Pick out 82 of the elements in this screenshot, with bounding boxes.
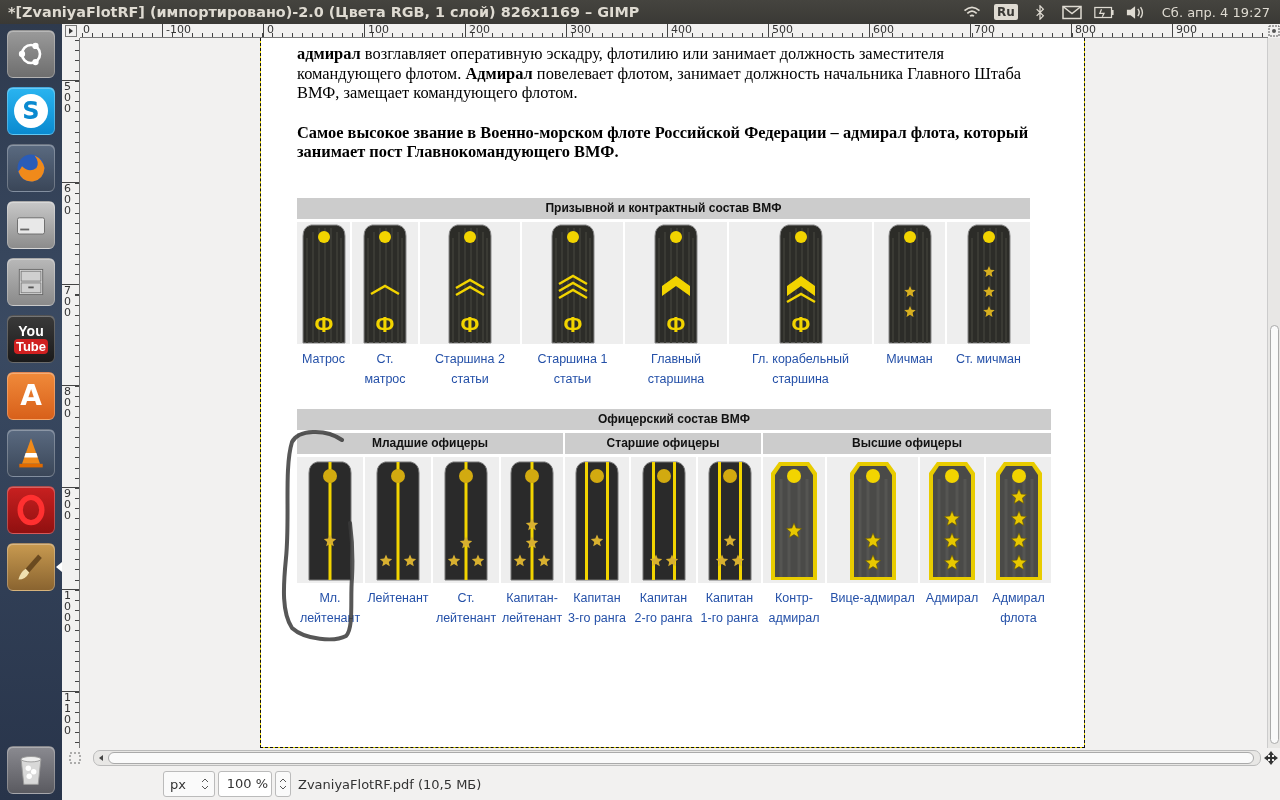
horizontal-scrollbar[interactable] (93, 750, 1261, 766)
ruler-label: 600 (63, 182, 72, 216)
rank-link[interactable]: Ст. мичман (947, 346, 1030, 389)
window-title: *[ZvaniyaFlotRF] (импортировано)-2.0 (Цвета RGB, 1 слой) 826x1169 – GIMP (8, 4, 640, 20)
launcher-button[interactable] (7, 429, 55, 477)
wifi-icon[interactable] (962, 4, 982, 20)
ruler-label: -100 (162, 24, 263, 37)
battery-icon[interactable] (1093, 4, 1114, 20)
launcher-button[interactable] (7, 258, 55, 306)
ruler-label: 0 (263, 24, 364, 37)
ruler-label: 100 (364, 24, 465, 37)
rank-link[interactable]: Главный старшина (625, 346, 727, 389)
rank-link[interactable]: Гл. корабельный старшина (729, 346, 872, 389)
rank-link[interactable]: Капитан-лейтенант (501, 585, 563, 628)
rank-link[interactable]: Ст. матрос (352, 346, 418, 389)
scrollbar-thumb[interactable] (1270, 325, 1279, 744)
zoom-field[interactable]: 100 % (218, 771, 272, 797)
ruler-label: 700 (63, 284, 72, 318)
ruler-label: 500 (768, 24, 869, 37)
insignia-letter: Ф (314, 311, 333, 337)
ruler-label: 900 (63, 488, 72, 522)
ruler-label: 300 (566, 24, 667, 37)
insignia-letter: Ф (460, 311, 480, 337)
logo-text: Tube (13, 339, 49, 354)
keyboard-layout-indicator[interactable]: Ru (994, 4, 1018, 20)
ruler-label: 700 (970, 24, 1071, 37)
paragraph: адмирал возглавляет оперативную эскадру, флотилию или занимает должность заместителя командующего флотом. Адмирал повелевает флотом, занимает должность начальника Главного Штаба ВМФ, замещает командующего флотом. (297, 44, 1022, 103)
launcher-button[interactable] (7, 201, 55, 249)
ruler-label: 800 (1071, 24, 1172, 37)
unit-dropdown[interactable]: px (163, 771, 215, 797)
insignia-letter: Ф (791, 311, 810, 337)
rank-link[interactable]: Лейтенант (365, 585, 431, 628)
spinner-arrows-icon (201, 777, 209, 791)
ruler-label: 200 (465, 24, 566, 37)
rank-link[interactable]: Матрос (297, 346, 350, 389)
ruler-label: 800 (63, 386, 72, 420)
rank-link[interactable]: Вице-адмирал (827, 585, 918, 628)
table-subheader: Высшие офицеры (763, 432, 1051, 454)
launcher-button[interactable] (7, 543, 55, 591)
volume-icon[interactable] (1125, 4, 1146, 20)
launcher-button[interactable]: S (7, 87, 55, 135)
launcher-button[interactable] (7, 746, 55, 794)
spinner-arrows-icon (279, 777, 287, 791)
rank-link[interactable]: Адмирал флота (986, 585, 1051, 628)
insignia-letter: Ф (563, 311, 582, 337)
vertical-scrollbar[interactable] (1267, 38, 1280, 748)
table-subheader: Младшие офицеры (297, 432, 563, 454)
ruler-label: 1000 (63, 590, 72, 634)
ruler-label: 600 (869, 24, 970, 37)
rank-link[interactable]: Адмирал (920, 585, 984, 628)
logo-letter: A (20, 382, 42, 410)
rank-link[interactable]: Старшина 1 статьи (522, 346, 623, 389)
launcher-button[interactable] (7, 30, 55, 78)
navigate-icon[interactable] (1264, 751, 1278, 765)
rank-link[interactable]: Капитан 3-го ранга (565, 585, 629, 628)
paragraph: Самое высокое звание в Военно-морском флоте Российской Федерации – адмирал флота, который занимает пост Главнокомандующего ВМФ. (297, 122, 1030, 162)
rank-link[interactable]: Контр-адмирал (763, 585, 825, 628)
zoom-icon[interactable] (1268, 25, 1280, 37)
table-header: Офицерский состав ВМФ (297, 408, 1051, 430)
launcher-button[interactable] (7, 144, 55, 192)
scroll-left-icon[interactable] (97, 754, 105, 762)
rank-link[interactable]: Капитан 1-го ранга (698, 585, 761, 628)
ruler-label: 400 (667, 24, 768, 37)
table-header: Призывной и контрактный состав ВМФ (297, 197, 1030, 219)
table-subheader: Старшие офицеры (565, 432, 761, 454)
mail-icon[interactable] (1061, 4, 1082, 20)
rank-link[interactable]: Ст. лейтенант (433, 585, 499, 628)
ruler-label: 1100 (63, 691, 72, 736)
rank-link[interactable]: Мичман (874, 346, 945, 389)
ruler-label: 500 (63, 81, 72, 114)
clock[interactable]: Сб. апр. 4 19:27 (1161, 4, 1270, 20)
scrollbar-thumb[interactable] (108, 752, 1254, 764)
rank-link[interactable]: Капитан 2-го ранга (631, 585, 696, 628)
launcher-button[interactable]: You Tube (7, 315, 55, 363)
rank-link[interactable]: Старшина 2 статьи (420, 346, 520, 389)
insignia-letter: Ф (375, 311, 395, 337)
ruler-label: 0 (82, 24, 91, 37)
logo-text: You (18, 324, 44, 339)
logo-letter: S (14, 94, 48, 128)
zoom-spinner[interactable] (275, 771, 291, 797)
insignia-letter: Ф (666, 311, 686, 337)
file-info: ZvaniyaFlotRF.pdf (10,5 МБ) (298, 776, 482, 792)
